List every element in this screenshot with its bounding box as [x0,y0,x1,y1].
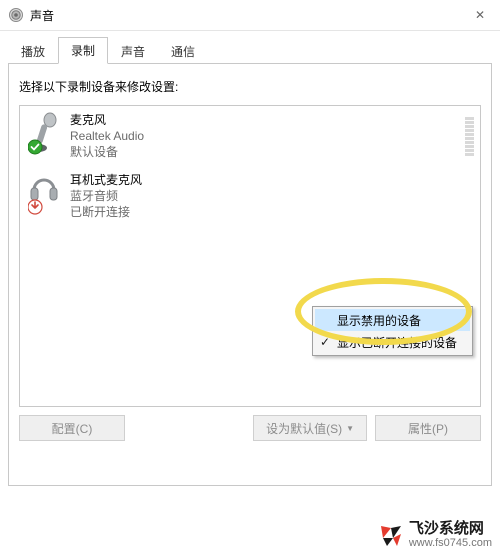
device-subtitle: Realtek Audio [70,128,144,144]
close-button[interactable]: ✕ [460,0,500,30]
sound-icon [8,7,24,23]
device-name: 麦克风 [70,112,144,128]
menu-show-disabled[interactable]: 显示禁用的设备 [315,309,470,331]
device-list[interactable]: 麦克风 Realtek Audio 默认设备 [19,105,481,407]
menu-item-label: 显示禁用的设备 [337,312,421,329]
window-title: 声音 [30,7,54,24]
watermark-name: 飞沙系统网 [409,522,492,536]
tab-strip: 播放 录制 声音 通信 [8,37,492,64]
tab-sounds[interactable]: 声音 [108,38,158,64]
set-default-button[interactable]: 设为默认值(S)▼ [253,415,367,441]
device-text: 耳机式麦克风 蓝牙音频 已断开连接 [70,172,142,220]
context-menu: 显示禁用的设备 ✓ 显示已断开连接的设备 [312,306,473,356]
title-bar: 声音 ✕ [0,0,500,31]
tab-communications[interactable]: 通信 [158,38,208,64]
tab-recording[interactable]: 录制 [58,37,108,64]
configure-button[interactable]: 配置(C) [19,415,125,441]
watermark-url: www.fs0745.com [409,536,492,550]
button-row: 配置(C) 设为默认值(S)▼ 属性(P) [19,415,481,441]
device-name: 耳机式麦克风 [70,172,142,188]
device-subtitle: 蓝牙音频 [70,188,142,204]
device-text: 麦克风 Realtek Audio 默认设备 [70,112,144,160]
level-meter [465,112,474,156]
device-item[interactable]: 麦克风 Realtek Audio 默认设备 [20,106,480,166]
properties-button[interactable]: 属性(P) [375,415,481,441]
instruction-text: 选择以下录制设备来修改设置: [19,78,481,95]
menu-show-disconnected[interactable]: ✓ 显示已断开连接的设备 [315,331,470,353]
watermark: 飞沙系统网 www.fs0745.com [379,522,492,550]
chevron-down-icon: ▼ [346,424,354,433]
headset-icon [28,172,60,216]
tab-content: 选择以下录制设备来修改设置: 麦克风 Realt [8,64,492,486]
device-item[interactable]: 耳机式麦克风 蓝牙音频 已断开连接 [20,166,480,226]
check-icon: ✓ [320,335,330,349]
device-status: 已断开连接 [70,204,142,220]
microphone-icon [28,112,60,156]
device-status: 默认设备 [70,144,144,160]
watermark-logo-icon [379,524,403,548]
tab-playback[interactable]: 播放 [8,38,58,64]
menu-item-label: 显示已断开连接的设备 [337,334,457,351]
